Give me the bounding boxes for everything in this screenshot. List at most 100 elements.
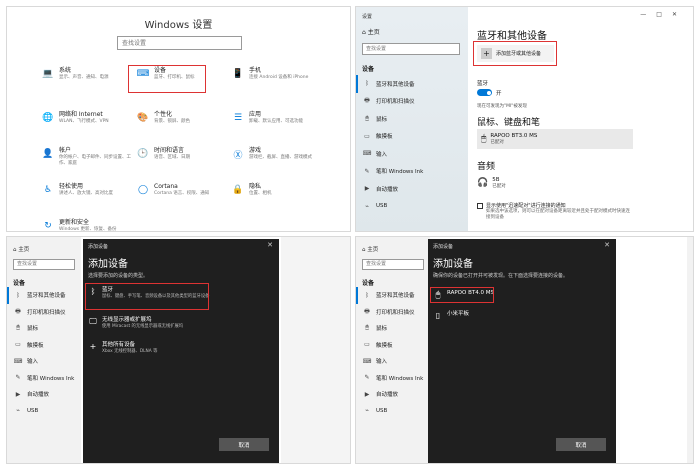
sidebar-item-6[interactable]: ▶ 自动播放 xyxy=(356,386,430,403)
tile-4[interactable]: 🎨 个性化 背景、锁屏、颜色 xyxy=(136,111,231,139)
search-input[interactable] xyxy=(118,37,241,49)
tile-text: 网络和 Internet WLAN、飞行模式、VPN xyxy=(59,111,109,125)
mouse-icon: 🖱 xyxy=(481,134,487,144)
home-link[interactable]: ⌂ 主页 xyxy=(13,245,29,253)
window-controls[interactable]: —□✕ xyxy=(640,11,687,18)
tile-11[interactable]: 🔒 隐私 位置、相机 xyxy=(231,183,326,211)
person-icon: 👤 xyxy=(42,149,54,159)
swift-pair-checkbox-row[interactable]: 显示使用"迅速配对"进行连接的通知 如果选中该选项，则可以在配对设备距离较近并且… xyxy=(477,202,634,221)
tile-7[interactable]: 🕒 时间和语言 语音、区域、日期 xyxy=(136,147,231,175)
tile-name: 应用 xyxy=(249,111,262,118)
tile-text: 帐户 你的帐户、电子邮件、同步设置、工作、家庭 xyxy=(59,147,136,167)
sidebar-item-5[interactable]: ✎ 笔和 Windows Ink xyxy=(356,163,468,181)
tile-5[interactable]: ☰ 应用 卸载、默认应用、可选功能 xyxy=(231,111,326,139)
laptop-icon: 💻 xyxy=(42,69,54,79)
dialog-subtitle: 确保你的设备已打开并可被发现。在下面选择要连接的设备。 xyxy=(433,273,569,279)
sidebar-item-0[interactable]: ᛒ 蓝牙和其他设备 xyxy=(7,287,81,304)
mouse-section-title: 鼠标、键盘和笔 xyxy=(477,118,541,128)
phone-icon: 📱 xyxy=(232,69,244,79)
device-row[interactable]: 🖱 RAPOO BT3.0 MS 已配对 xyxy=(477,129,633,149)
search-box[interactable] xyxy=(117,36,242,50)
sidebar-item-7[interactable]: ⌁ USB xyxy=(356,403,430,420)
sidebar-item-0[interactable]: ᛒ 蓝牙和其他设备 xyxy=(356,287,430,304)
tile-name: 手机 xyxy=(249,67,262,74)
scroll-strip xyxy=(687,237,693,463)
sidebar-item-5[interactable]: ✎ 笔和 Windows Ink xyxy=(356,370,430,387)
cancel-button[interactable]: 取消 xyxy=(556,438,606,451)
sidebar-item-5[interactable]: ✎ 笔和 Windows Ink xyxy=(7,370,81,387)
home-link[interactable]: ⌂ 主页 xyxy=(362,245,378,253)
tile-text: 游戏 游戏栏、截屏、直播、游戏模式 xyxy=(249,147,312,161)
sidebar-item-4[interactable]: ⌨ 输入 xyxy=(356,145,468,163)
tile-2[interactable]: 📱 手机 连接 Android 设备和 iPhone xyxy=(231,67,326,95)
option-2[interactable]: + 其他所有设备 Xbox 无线控制器、DLNA 等 xyxy=(88,342,267,355)
sidebar-item-3[interactable]: ▭ 触摸板 xyxy=(356,337,430,354)
sidebar-item-label: 自动播放 xyxy=(27,392,50,399)
swift-pair-checkbox[interactable] xyxy=(477,202,483,209)
sidebar-item-3[interactable]: ▭ 触摸板 xyxy=(356,128,468,146)
bluetooth-icon: ᛒ xyxy=(365,291,369,299)
sidebar-item-label: 笔和 Windows Ink xyxy=(376,375,424,382)
tile-6[interactable]: 👤 帐户 你的帐户、电子邮件、同步设置、工作、家庭 xyxy=(41,147,136,175)
close-icon[interactable]: ✕ xyxy=(267,241,273,249)
highlight-devices xyxy=(128,65,206,93)
tile-desc: Windows 更新、恢复、备份 xyxy=(59,227,117,232)
highlight-rapoo-device xyxy=(430,287,494,303)
tile-name: 帐户 xyxy=(59,147,72,154)
tile-10[interactable]: ◯ Cortana Cortana 语言、权限、通知 xyxy=(136,183,231,211)
sidebar-item-1[interactable]: 🖶 打印机和扫描仪 xyxy=(356,93,468,111)
sidebar-item-2[interactable]: 🖱 鼠标 xyxy=(356,320,430,337)
mouse-icon: 🖱 xyxy=(16,324,20,332)
sidebar-item-4[interactable]: ⌨ 输入 xyxy=(7,353,81,370)
option-1[interactable]: 🖵 无线显示器或扩展坞 使用 Miracast 的无线显示器或无线扩展坞 xyxy=(88,317,267,330)
cortana-icon: ◯ xyxy=(137,185,149,195)
sidebar-item-label: 自动播放 xyxy=(376,392,399,399)
sidebar-item-label: 打印机和扫描仪 xyxy=(376,99,415,106)
pen-icon: ✎ xyxy=(15,374,21,382)
sidebar-item-label: 触摸板 xyxy=(27,342,44,349)
section-title: 设备 xyxy=(13,280,26,287)
sidebar-search-input[interactable]: 查找设置 xyxy=(362,259,424,270)
option-text: 其他所有设备 Xbox 无线控制器、DLNA 等 xyxy=(102,342,267,355)
audio-device-row[interactable]: 🎧 5B 已配对 xyxy=(477,177,506,189)
sidebar-item-1[interactable]: 🖶 打印机和扫描仪 xyxy=(356,304,430,321)
sidebar-item-7[interactable]: ⌁ USB xyxy=(7,403,81,420)
sidebar-item-7[interactable]: ⌁ USB xyxy=(356,198,468,216)
paint-icon: 🎨 xyxy=(137,113,149,123)
sidebar-item-6[interactable]: ▶ 自动播放 xyxy=(356,180,468,198)
refresh-icon: ↻ xyxy=(44,221,52,231)
sidebar-search-input[interactable]: 查找设置 xyxy=(13,259,75,270)
sidebar-item-label: USB xyxy=(376,203,388,210)
sidebar-item-1[interactable]: 🖶 打印机和扫描仪 xyxy=(7,304,81,321)
sidebar-item-0[interactable]: ᛒ 蓝牙和其他设备 xyxy=(356,75,468,93)
sidebar-item-3[interactable]: ▭ 触摸板 xyxy=(7,337,81,354)
tablet-icon: ▯ xyxy=(435,311,441,320)
accessibility-icon: ♿ xyxy=(43,185,53,195)
tile-0[interactable]: 💻 系统 显示、声音、通知、电源 xyxy=(41,67,136,95)
close-icon[interactable]: ✕ xyxy=(604,241,610,249)
page-title: 蓝牙和其他设备 xyxy=(477,31,547,42)
tile-name: 个性化 xyxy=(154,111,173,118)
tile-text: 时间和语言 语音、区域、日期 xyxy=(154,147,190,161)
bluetooth-toggle[interactable] xyxy=(477,89,492,96)
sidebar-item-label: 自动播放 xyxy=(376,186,399,193)
sidebar-search-input[interactable]: 查找设置 xyxy=(362,43,460,55)
sidebar-item-label: 鼠标 xyxy=(376,326,388,333)
lock-icon: 🔒 xyxy=(232,185,244,195)
sidebar-item-label: 蓝牙和其他设备 xyxy=(376,293,415,300)
sidebar-item-2[interactable]: 🖱 鼠标 xyxy=(7,320,81,337)
mouse-icon: 🖱 xyxy=(365,114,369,122)
tile-3[interactable]: 🌐 网络和 Internet WLAN、飞行模式、VPN xyxy=(41,111,136,139)
tile-12[interactable]: ↻ 更新和安全 Windows 更新、恢复、备份 xyxy=(41,219,136,232)
sidebar-item-4[interactable]: ⌨ 输入 xyxy=(356,353,430,370)
tile-8[interactable]: Ⓧ 游戏 游戏栏、截屏、直播、游戏模式 xyxy=(231,147,326,175)
tile-9[interactable]: ♿ 轻松使用 讲述人、放大镜、高对比度 xyxy=(41,183,136,211)
sidebar-item-2[interactable]: 🖱 鼠标 xyxy=(356,110,468,128)
cancel-button[interactable]: 取消 xyxy=(219,438,269,451)
sidebar-item-6[interactable]: ▶ 自动播放 xyxy=(7,386,81,403)
sidebar-item-label: 输入 xyxy=(376,359,388,366)
autoplay-icon: ▶ xyxy=(364,390,370,398)
device-item-1[interactable]: ▯ 小米平板 xyxy=(433,311,469,320)
bluetooth-devices-page: 设置 ⌂ 主页 查找设置 设备 ᛒ 蓝牙和其他设备 🖶 打印机和扫描仪 🖱 鼠标 ▭ 触摸板 ⌨… xyxy=(355,6,694,232)
home-link[interactable]: ⌂ 主页 xyxy=(362,27,380,36)
